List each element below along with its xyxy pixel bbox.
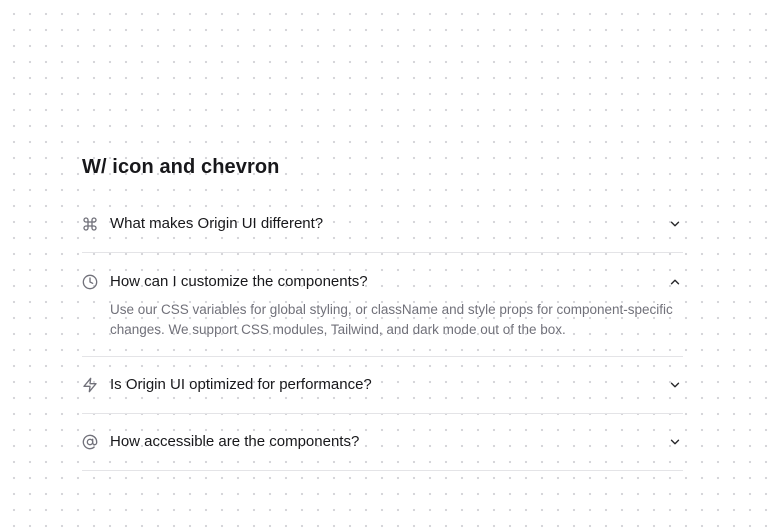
zap-icon	[82, 377, 98, 393]
accordion: What makes Origin UI different? How can …	[82, 195, 683, 471]
section-title: W/ icon and chevron	[82, 156, 280, 178]
accordion-item: How accessible are the components?	[82, 414, 683, 471]
chevron-down-icon	[667, 216, 683, 232]
chevron-down-icon	[667, 434, 683, 450]
accordion-item: Is Origin UI optimized for performance?	[82, 357, 683, 414]
accordion-question: Is Origin UI optimized for performance?	[110, 376, 372, 393]
chevron-up-icon	[667, 274, 683, 290]
accordion-item: How can I customize the components? Use …	[82, 253, 683, 357]
accordion-trigger-accessibility[interactable]: How accessible are the components?	[82, 414, 683, 470]
chevron-down-icon	[667, 377, 683, 393]
accordion-trigger-performance[interactable]: Is Origin UI optimized for performance?	[82, 357, 683, 413]
accordion-question: How accessible are the components?	[110, 433, 360, 450]
clock-icon	[82, 274, 98, 290]
accordion-question: What makes Origin UI different?	[110, 214, 324, 232]
at-sign-icon	[82, 434, 98, 450]
accordion-question: How can I customize the components?	[110, 273, 368, 290]
accordion-trigger-origin-ui-different[interactable]: What makes Origin UI different?	[82, 195, 683, 252]
accordion-answer: Use our CSS variables for global styling…	[110, 302, 673, 337]
accordion-item: What makes Origin UI different?	[82, 195, 683, 253]
command-icon	[82, 216, 98, 232]
accordion-demo: W/ icon and chevron What makes Origin UI…	[82, 152, 683, 471]
